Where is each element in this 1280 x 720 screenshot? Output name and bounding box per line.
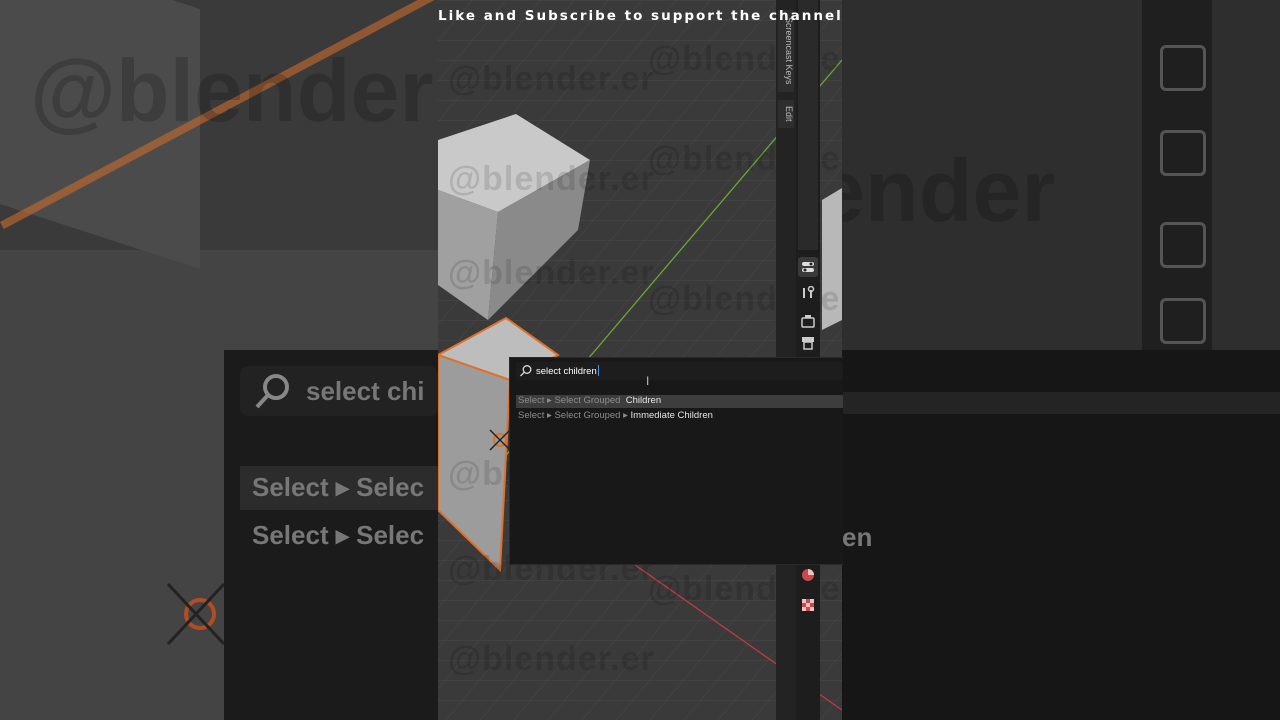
tab-edit[interactable]: Edit — [778, 100, 794, 128]
ghost-render-icon — [1160, 222, 1206, 268]
video-caption: Like and Subscribe to support the channe… — [438, 8, 842, 24]
texture-icon[interactable] — [798, 595, 818, 615]
ghost-search-field: select chi — [240, 366, 438, 416]
search-result-children[interactable]: Select ▸ Select Grouped Children — [516, 395, 843, 408]
ghost-selected-row — [842, 392, 1280, 414]
result-path: Select ▸ Select Grouped ▸ — [518, 410, 628, 421]
ghost-watermark: @blender — [842, 141, 1056, 240]
ghost-tool-icon — [1160, 45, 1206, 91]
panel-scroll-area[interactable] — [798, 0, 818, 250]
search-icon — [520, 365, 532, 377]
render-icon[interactable] — [798, 311, 818, 331]
mouse-ibeam-cursor-icon: I — [646, 374, 650, 388]
ghost-search-text: select chi — [306, 376, 425, 406]
search-input[interactable]: select children I — [516, 362, 843, 388]
watermark-9: @blender.er — [448, 640, 655, 678]
ghost-search-icon — [255, 374, 289, 409]
wrench-icon[interactable] — [798, 283, 818, 303]
ghost-wrench-icon — [1160, 130, 1206, 176]
search-query: select children — [536, 366, 597, 377]
search-query-wrap: select children — [536, 365, 599, 377]
ghost-row-1: Select ▸ Selec — [252, 472, 425, 502]
text-cursor — [597, 365, 599, 376]
ghost-empty-icon — [166, 582, 226, 646]
ghost-output-icon — [1160, 298, 1206, 344]
watermark-1: @blender.er — [448, 60, 655, 98]
result-path: Select ▸ Select Grouped — [518, 395, 621, 406]
ghost-watermark: @blender — [30, 41, 434, 140]
left-blurred-background: @blender select chi Select ▸ Selec Selec… — [0, 0, 438, 720]
menu-search-popup: select children I Select ▸ Select Groupe… — [509, 357, 843, 565]
right-blurred-background: @blender en — [842, 0, 1280, 720]
tool-icon[interactable] — [798, 257, 818, 277]
search-result-immediate-children[interactable]: Select ▸ Select Grouped ▸ Immediate Chil… — [516, 410, 843, 423]
watermark-3: @blender.er — [448, 254, 655, 292]
watermark-2: @blender.er — [448, 160, 655, 198]
result-name: Immediate Children — [630, 410, 713, 421]
empty-object-icon — [489, 429, 511, 451]
ghost-row-2: Select ▸ Selec — [252, 520, 425, 550]
ghost-row-text: en — [842, 522, 873, 552]
material-icon[interactable] — [798, 565, 818, 585]
result-name: Children — [625, 395, 662, 406]
output-icon[interactable] — [798, 333, 818, 353]
